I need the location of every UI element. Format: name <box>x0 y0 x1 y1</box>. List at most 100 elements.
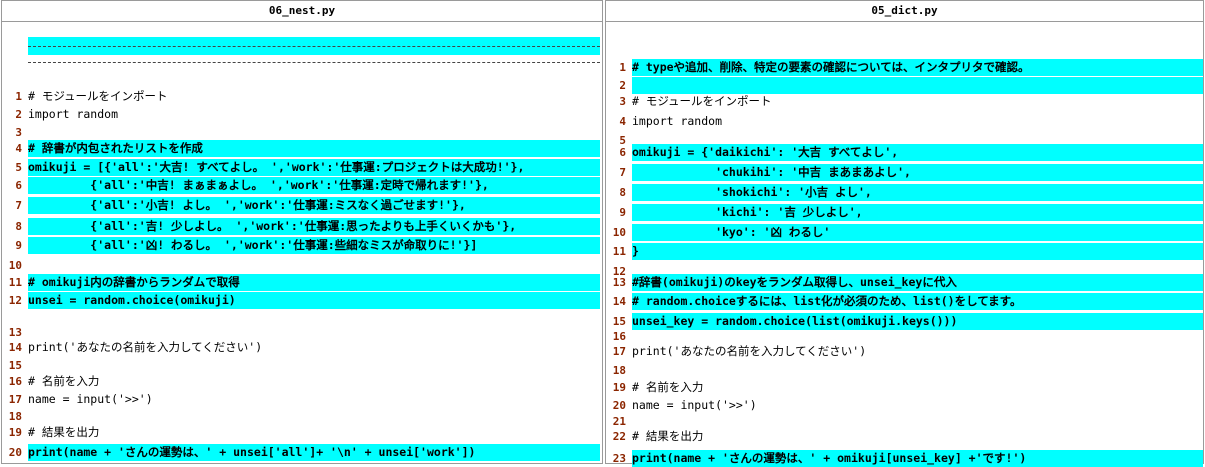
line-number: 10 <box>8 259 22 272</box>
line-text: # 名前を入力 <box>28 374 100 388</box>
right-code-line: 19 # 名前を入力 <box>606 379 1203 396</box>
line-number: 17 <box>8 393 22 406</box>
line-number: 3 <box>15 126 22 139</box>
line-text: {'all':'中吉! まぁまぁよし。 ','work':'仕事運:定時で帰れま… <box>28 177 600 194</box>
line-text <box>28 408 602 425</box>
left-code-line: 14 print('あなたの名前を入力してください') <box>2 339 602 356</box>
left-diff-pane: 06_nest.py 1 # モジュールをインポート 2 import random 3… <box>1 0 603 464</box>
line-text: print(name + 'さんの運勢は、' + unsei['all']+ '… <box>28 444 600 461</box>
left-separator-2 <box>28 62 600 64</box>
line-text: omikuji = {'daikichi': '大吉 すべてよし', <box>632 144 1203 161</box>
right-diff-pane: 05_dict.py 1 # typeや追加、削除、特定の要素の確認については、イ… <box>605 0 1204 467</box>
right-code-line: 6 omikuji = {'daikichi': '大吉 すべてよし', <box>606 144 1203 161</box>
line-text: # random.choiceするには、list化が必須のため、list()をし… <box>632 293 1203 310</box>
right-code-line: 23 print(name + 'さんの運勢は、' + omikuji[unsei… <box>606 450 1203 467</box>
right-code-line: 7 'chukihi': '中吉 まあまあよし', <box>606 164 1203 181</box>
left-code-line: 18 <box>2 408 602 425</box>
right-code-line: 22 # 結果を出力 <box>606 428 1203 445</box>
line-number: 12 <box>8 294 22 307</box>
line-number: 5 <box>15 161 22 174</box>
line-text: print('あなたの名前を入力してください') <box>28 340 263 354</box>
line-text: import random <box>28 107 119 121</box>
right-code-line: 11} <box>606 243 1203 260</box>
left-code-line: 3 <box>2 124 602 141</box>
line-number: 18 <box>612 364 626 377</box>
line-number: 19 <box>8 426 22 439</box>
line-text <box>28 124 602 141</box>
line-text: # モジュールをインポート <box>632 94 772 108</box>
left-separator-1 <box>28 46 600 48</box>
line-text <box>632 362 1203 379</box>
left-file-title: 06_nest.py <box>2 1 602 22</box>
left-code-line: 9 {'all':'凶! わるし。 ','work':'仕事運:些細なミスが命取… <box>2 237 602 254</box>
line-text <box>632 77 1203 94</box>
left-code-line: 10 <box>2 257 602 274</box>
line-number: 20 <box>8 446 22 459</box>
line-text: unsei = random.choice(omikuji) <box>28 292 600 309</box>
right-code-line: 17 print('あなたの名前を入力してください') <box>606 343 1203 360</box>
line-text: name = input('>>') <box>632 398 757 412</box>
left-code-line: 11 # omikuji内の辞書からランダムで取得 <box>2 274 602 291</box>
line-number: 16 <box>8 375 22 388</box>
left-code-line: 1 # モジュールをインポート <box>2 88 602 105</box>
left-code-line: 8 {'all':'吉! 少しよし。 ','work':'仕事運:思ったよりも上… <box>2 218 602 235</box>
left-code-line: 12 unsei = random.choice(omikuji) <box>2 292 602 309</box>
line-number: 2 <box>619 79 626 92</box>
line-text: print(name + 'さんの運勢は、' + omikuji[unsei_k… <box>632 450 1203 467</box>
line-number: 11 <box>8 276 22 289</box>
right-code-line: 1 # typeや追加、削除、特定の要素の確認については、インタプリタで確認。 <box>606 59 1203 76</box>
line-text: name = input('>>') <box>28 392 153 406</box>
line-text: print('あなたの名前を入力してください') <box>632 344 867 358</box>
line-text: 'chukihi': '中吉 まあまあよし', <box>632 164 1203 181</box>
right-file-title: 05_dict.py <box>606 1 1203 22</box>
line-text: 'shokichi': '小吉 よし', <box>632 184 1203 201</box>
line-number: 1 <box>619 61 626 74</box>
line-text: # 結果を出力 <box>28 425 100 439</box>
line-text: # モジュールをインポート <box>28 89 168 103</box>
line-number: 23 <box>612 452 626 465</box>
right-code-line: 14 # random.choiceするには、list化が必須のため、list()… <box>606 293 1203 310</box>
line-text: # typeや追加、削除、特定の要素の確認については、インタプリタで確認。 <box>632 59 1203 76</box>
line-number: 8 <box>619 186 626 199</box>
line-text: # 結果を出力 <box>632 429 704 443</box>
right-code-line: 10 'kyo': '凶 わるし' <box>606 224 1203 241</box>
line-text: } <box>632 243 1203 260</box>
line-number: 2 <box>15 108 22 121</box>
line-number: 7 <box>15 199 22 212</box>
line-text: {'all':'小吉! よし。 ','work':'仕事運:ミスなく過ごせます!… <box>28 197 600 214</box>
line-number: 9 <box>15 239 22 252</box>
line-number: 22 <box>612 430 626 443</box>
line-number: 1 <box>15 90 22 103</box>
line-text: # 辞書が内包されたリストを作成 <box>28 140 600 157</box>
line-number: 10 <box>612 226 626 239</box>
line-text: {'all':'凶! わるし。 ','work':'仕事運:些細なミスが命取りに… <box>28 237 600 254</box>
line-number: 19 <box>612 381 626 394</box>
right-code-line: 4 import random <box>606 113 1203 130</box>
right-code-line: 18 <box>606 362 1203 379</box>
line-text: 'kyo': '凶 わるし' <box>632 224 1203 241</box>
line-number: 14 <box>612 295 626 308</box>
line-text: omikuji = [{'all':'大吉! すべてよし。 ','work':'… <box>28 159 600 176</box>
line-number: 4 <box>15 142 22 155</box>
line-number: 6 <box>15 179 22 192</box>
line-number: 20 <box>612 399 626 412</box>
line-text: # 名前を入力 <box>632 380 704 394</box>
line-number: 3 <box>619 95 626 108</box>
left-code-line: 2 import random <box>2 106 602 123</box>
line-number: 17 <box>612 345 626 358</box>
line-number: 13 <box>612 276 626 289</box>
left-code-line: 16 # 名前を入力 <box>2 373 602 390</box>
line-number: 4 <box>619 115 626 128</box>
line-text: import random <box>632 114 723 128</box>
left-code-line: 4 # 辞書が内包されたリストを作成 <box>2 140 602 157</box>
right-code-line: 9 'kichi': '吉 少しよし', <box>606 204 1203 221</box>
line-number: 9 <box>619 206 626 219</box>
line-text <box>28 257 602 274</box>
right-code-line: 20 name = input('>>') <box>606 397 1203 414</box>
line-text <box>28 357 602 374</box>
left-code-line: 15 <box>2 357 602 374</box>
line-text: # omikuji内の辞書からランダムで取得 <box>28 274 600 291</box>
left-code-line: 20 print(name + 'さんの運勢は、' + unsei['all']+… <box>2 444 602 461</box>
right-code-line: 8 'shokichi': '小吉 よし', <box>606 184 1203 201</box>
line-text: #辞書(omikuji)のkeyをランダム取得し、unsei_keyに代入 <box>632 274 1203 291</box>
